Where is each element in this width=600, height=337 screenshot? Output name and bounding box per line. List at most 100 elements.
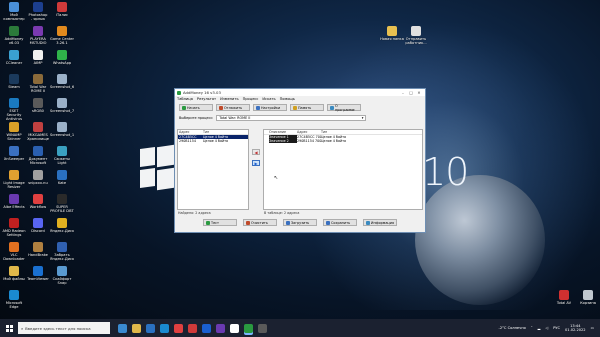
desktop-shortcut[interactable]: WINAMP Skinner (2, 122, 26, 141)
desktop-shortcut[interactable]: AMD Radeon Settings (2, 218, 26, 237)
button-label: Сохранить (331, 220, 351, 225)
toolbar-button[interactable]: Тест (203, 219, 237, 226)
toolbar-button[interactable]: Очистить (243, 219, 277, 226)
desktop-shortcut[interactable]: Photoshop - ярлык (26, 2, 50, 21)
desktop-shortcut[interactable]: TeamViewer (26, 266, 50, 281)
desktop-shortcut[interactable]: snipxxx.nu (26, 170, 50, 185)
desktop-shortcut[interactable]: iТалис (50, 2, 74, 17)
desktop-shortcut[interactable]: ESET Security Antivirus (2, 98, 26, 121)
desktop-shortcut[interactable]: Мой файлы (2, 266, 26, 281)
toolbar-button[interactable]: Загрузить (283, 219, 317, 226)
desktop-shortcut[interactable]: Яндекс.Диск (50, 218, 74, 233)
list-item[interactable]: Значение 2 290B1154 700 Целое 4 байта (264, 139, 422, 143)
desktop-shortcut[interactable]: Microsoft Edge (2, 290, 26, 309)
desktop-shortcut[interactable]: Screenshot_7 (50, 98, 74, 113)
add-arrow-button[interactable]: ▶ (252, 160, 260, 166)
taskbar-app-icon[interactable] (188, 323, 197, 333)
list-item[interactable]: 290B1154 Целое 4 байта (178, 139, 248, 143)
desktop-shortcut[interactable]: Light Image Resizer (2, 170, 26, 189)
desktop-shortcut[interactable]: Документ Microsoft (26, 146, 50, 165)
menu-item[interactable]: Таблица (177, 97, 193, 101)
shortcut-icon (9, 242, 19, 252)
taskbar-app-icon[interactable] (160, 323, 169, 333)
chevron-up-icon[interactable]: ˄ (531, 326, 533, 330)
shortcut-label: Discord (31, 229, 45, 233)
clock[interactable]: 13:44 01.02.2022 (565, 324, 586, 332)
desktop-shortcut[interactable]: Скайфорт Snap (50, 266, 74, 285)
maximize-icon[interactable]: □ (407, 90, 415, 95)
close-icon[interactable]: ✕ (415, 90, 423, 95)
desktop-shortcut[interactable]: Steam (2, 74, 26, 89)
desktop-shortcut[interactable]: Game Center 3.26.1 (50, 26, 74, 45)
desktop-shortcut[interactable]: Screenshot_1 (50, 122, 74, 137)
desktop-shortcut[interactable]: XnSweeper (2, 146, 26, 161)
minimize-icon[interactable]: – (399, 90, 407, 95)
desktop-shortcut[interactable]: Отправить работник... (404, 26, 428, 45)
desktop-shortcut[interactable]: Workflow (26, 194, 50, 209)
desktop-shortcut[interactable]: Discord (26, 218, 50, 233)
taskbar-app-icon[interactable] (118, 323, 127, 333)
weather-label[interactable]: -2°C Солнечно (499, 326, 526, 330)
shortcut-label: Скайфорт Snap (52, 277, 72, 285)
taskbar-search[interactable]: ⌕ Введите здесь текст для поиска (18, 322, 110, 334)
taskbar-app-icon[interactable] (132, 323, 141, 333)
toolbar-button[interactable]: Настройки (253, 104, 287, 111)
desktop-shortcut[interactable]: Kate (50, 170, 74, 185)
volume-icon[interactable]: ◁ (545, 326, 548, 330)
button-label: Загрузить (291, 220, 310, 225)
menu-item[interactable]: Помощь (280, 97, 295, 101)
menu-item[interactable]: Результат (197, 97, 216, 101)
desktop-shortcut[interactable]: PLAYERA MSTUDIO (26, 26, 50, 45)
toolbar-button[interactable]: Информация (363, 219, 397, 226)
toolbar-button[interactable]: Отлажить (216, 104, 250, 111)
toolbar-button[interactable]: Сохранить (323, 219, 357, 226)
process-select[interactable]: Total War: ROME II ▾ (216, 114, 367, 121)
desktop-shortcut[interactable]: MIXGAMES Хранилище (26, 122, 50, 141)
network-icon[interactable]: ▂ (538, 326, 541, 330)
start-button[interactable] (0, 319, 18, 337)
desktop-shortcut[interactable]: sRGB0 (26, 98, 50, 113)
desktop-shortcut[interactable]: VLC Downloader (2, 242, 26, 261)
status-row: Найдено: 2 адреса В таблице: 2 адреса (177, 211, 423, 216)
desktop-shortcut[interactable]: Мой компьютер (2, 2, 26, 21)
notifications-icon[interactable]: ▭ (591, 326, 594, 330)
table-addresses-list[interactable]: Описание Адрес Тип Значение 1 27C4B5CC 70… (263, 129, 423, 210)
shortcut-label: WINAMP Skinner (6, 133, 22, 141)
shortcut-icon (559, 290, 569, 300)
toolbar-button[interactable]: Память (290, 104, 324, 111)
desktop-shortcut[interactable]: Корзина (576, 290, 600, 305)
remove-arrow-button[interactable]: ◀ (252, 149, 260, 155)
desktop-shortcut[interactable]: AddMoney v6.03 (2, 26, 26, 45)
desktop-shortcut[interactable]: Сюжеты Light (50, 146, 74, 165)
desktop-shortcut[interactable]: SUPER PROFILE DBT (50, 194, 74, 213)
taskbar-app-icon[interactable] (174, 323, 183, 333)
desktop-shortcut[interactable]: CCleaner (2, 50, 26, 65)
title-bar[interactable]: AddMoney 16 v3.03 – □ ✕ (175, 89, 425, 96)
desktop-shortcut[interactable]: HandBrake (26, 242, 50, 257)
addmoney-window: AddMoney 16 v3.03 – □ ✕ Таблица Результат… (174, 88, 426, 233)
desktop-shortcut[interactable]: AIMP (26, 50, 50, 65)
toolbar-button[interactable]: О программе (327, 104, 361, 112)
menu-item[interactable]: Процесс (243, 97, 259, 101)
shortcut-label: Корзина (580, 301, 596, 305)
desktop-shortcut[interactable]: Screenshot_6 (50, 74, 74, 89)
desktop-shortcut[interactable]: WhatsApp (50, 50, 74, 65)
taskbar-app-icon[interactable] (258, 323, 267, 333)
found-addresses-list[interactable]: Адрес Тип 27C4B5CC Целое 4 байта 290B1154 Ц… (177, 129, 249, 210)
desktop-shortcut[interactable]: Albe Effects (2, 194, 26, 209)
language-indicator[interactable]: РУС (553, 326, 560, 330)
desktop-shortcut[interactable]: Новая папка (380, 26, 404, 41)
desktop-shortcut[interactable]: Забрать Яндекс.Диск (50, 242, 74, 261)
menu-item[interactable]: Искать (262, 97, 275, 101)
desktop-shortcut[interactable]: Total AV (552, 290, 576, 305)
taskbar-app-icon[interactable] (244, 323, 253, 333)
taskbar-app-icon[interactable] (216, 323, 225, 333)
menu-item[interactable]: Изменить (220, 97, 238, 101)
toolbar-button[interactable]: Начать (179, 104, 213, 111)
taskbar-app-icon[interactable] (230, 323, 239, 333)
shortcut-label: Мой компьютер (3, 13, 25, 21)
taskbar-app-icon[interactable] (202, 323, 211, 333)
taskbar-app-icon[interactable] (146, 323, 155, 333)
desktop-shortcut[interactable]: Total War ROME II (26, 74, 50, 93)
panes: Адрес Тип 27C4B5CC Целое 4 байта 290B1154 Ц… (177, 129, 423, 210)
